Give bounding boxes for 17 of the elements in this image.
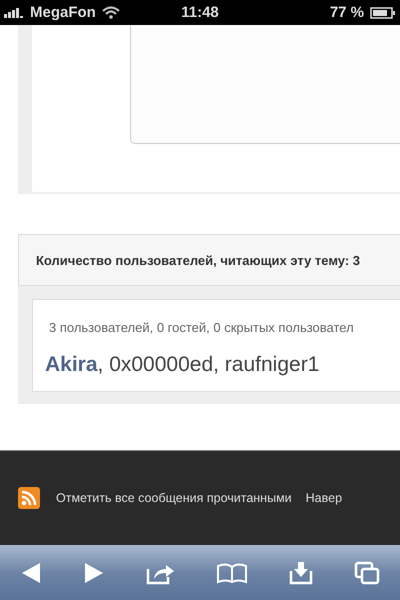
footer-link[interactable]: Навер: [306, 491, 342, 505]
book-icon: [216, 562, 248, 584]
battery-percent: 77 %: [330, 4, 364, 21]
viewers-summary: 3 пользователей, 0 гостей, 0 скрытых пользовател: [48, 320, 355, 335]
viewers-heading: Количество пользователей, читающих эту тему: 3: [18, 234, 400, 286]
clock-time: 11:48: [181, 4, 219, 21]
battery-icon: [370, 6, 396, 18]
wifi-icon: [102, 6, 120, 19]
download-icon: [288, 560, 313, 584]
rss-icon: [18, 487, 40, 509]
footer-link[interactable]: Отметить все сообщения прочитанными: [56, 491, 292, 505]
forward-arrow-icon: [82, 560, 105, 584]
user-list: Akira, 0x00000ed, raufniger1: [45, 353, 400, 377]
signal-icon: [4, 8, 24, 18]
back-arrow-icon: [20, 560, 42, 584]
tabs-icon: [354, 560, 380, 584]
carrier-name: MegaFon: [30, 4, 96, 21]
